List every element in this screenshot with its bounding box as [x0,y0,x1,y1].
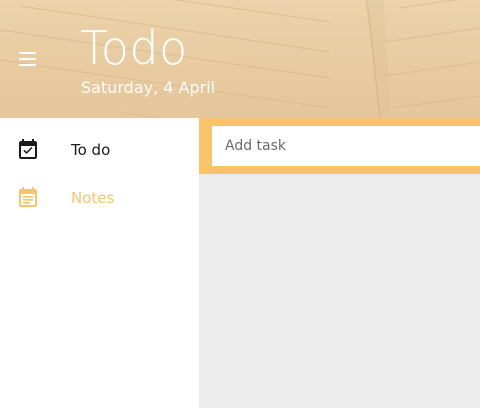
sidebar-item-todo[interactable]: To do [0,126,199,174]
main-content [199,118,480,408]
hamburger-menu-icon[interactable] [14,46,42,72]
sidebar-item-label: To do [71,141,111,159]
calendar-notes-icon [19,187,37,207]
add-task-bar [199,118,480,174]
sidebar-item-label: Notes [71,189,115,207]
app-title: Todo [80,21,188,75]
add-task-input[interactable] [212,126,480,166]
calendar-check-icon [19,139,37,159]
sidebar-item-notes[interactable]: Notes [0,174,199,222]
sidebar: To do Notes [0,118,199,408]
app-header: Todo Saturday, 4 April [0,0,480,118]
current-date: Saturday, 4 April [81,78,216,97]
header-background-texture [0,0,480,118]
